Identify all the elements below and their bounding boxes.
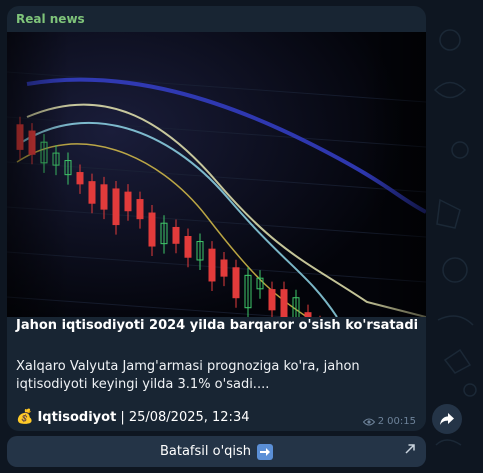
right-arrow-icon [257, 443, 274, 460]
sender-name[interactable]: Real news [16, 12, 85, 26]
views-eye-icon [362, 418, 375, 425]
news-title: Jahon iqtisodiyoti 2024 yilda barqaror o… [16, 318, 419, 333]
message-time: 00:15 [387, 416, 416, 427]
money-bag-icon: 💰 [16, 409, 34, 425]
message-meta: 2 00:15 [362, 416, 416, 427]
views-count: 2 [377, 416, 385, 427]
read-more-label: Batafsil o'qish [159, 444, 252, 459]
share-icon [440, 413, 454, 425]
source-name: Iqtisodiyot [37, 409, 117, 425]
external-link-icon [405, 444, 415, 454]
news-source: 💰 Iqtisodiyot | 25/08/2025, 12:34 [16, 409, 249, 425]
share-button[interactable] [432, 404, 462, 434]
news-body: Xalqaro Valyuta Jamg'armasi prognoziga k… [16, 359, 360, 392]
read-more-button[interactable]: Batafsil o'qish [7, 436, 426, 467]
news-image[interactable] [7, 32, 426, 317]
source-date: | 25/08/2025, 12:34 [120, 409, 250, 425]
news-message-bubble: Real news Jahon iqtisodiyoti 2024 yilda … [7, 6, 426, 431]
